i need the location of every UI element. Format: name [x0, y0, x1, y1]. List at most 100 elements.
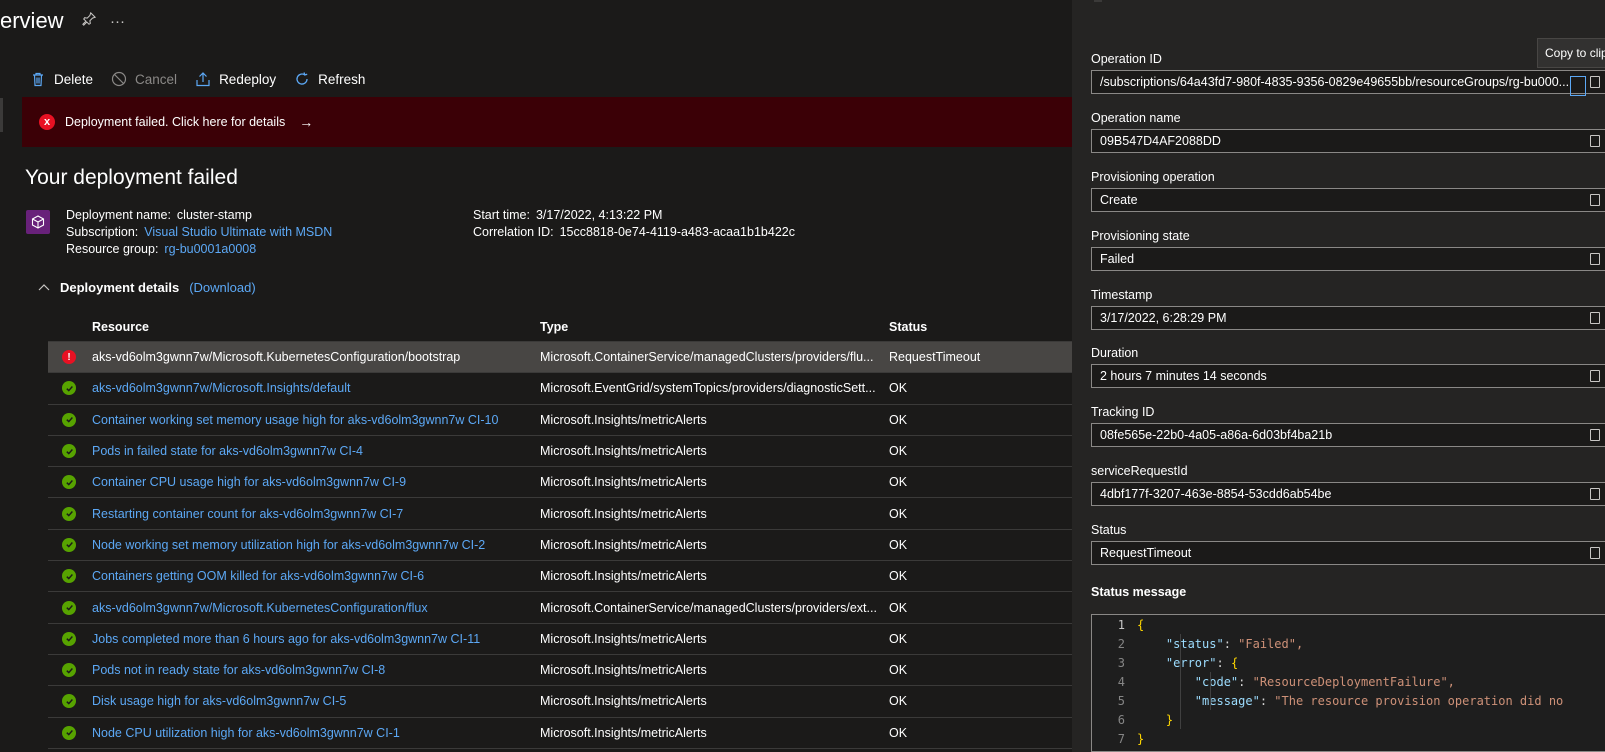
resource-name[interactable]: Node working set memory utilization high…: [92, 538, 540, 552]
table-row[interactable]: aks-vd6olm3gwnn7w/Microsoft.KubernetesCo…: [48, 592, 1072, 624]
table-row[interactable]: Pods in failed state for aks-vd6olm3gwnn…: [48, 436, 1072, 468]
code-line: 7}: [1092, 729, 1605, 748]
resource-name[interactable]: Containers getting OOM killed for aks-vd…: [92, 569, 540, 583]
delete-label: Delete: [54, 71, 94, 87]
resource-name[interactable]: Pods not in ready state for aks-vd6olm3g…: [92, 663, 540, 677]
resource-status: RequestTimeout: [889, 350, 981, 365]
json-value: {: [1230, 655, 1239, 670]
status-message-editor[interactable]: 1{2 "status": "Failed", 3 "error": {4 "co…: [1091, 614, 1605, 752]
refresh-icon: [296, 72, 308, 85]
field-value-box[interactable]: RequestTimeout: [1091, 541, 1605, 565]
resource-name[interactable]: Jobs completed more than 6 hours ago for…: [92, 632, 540, 646]
row-status-icon-cell: [48, 412, 92, 427]
field-label: Duration: [1091, 346, 1139, 360]
copy-icon[interactable]: [1590, 488, 1600, 500]
column-header-status[interactable]: Status: [889, 320, 1072, 334]
operation-field: Duration 2 hours 7 minutes 14 seconds: [1091, 346, 1605, 388]
resource-status: OK: [889, 725, 908, 740]
cancel-button[interactable]: Cancel: [111, 68, 177, 90]
resource-name[interactable]: Container CPU usage high for aks-vd6olm3…: [92, 475, 540, 489]
column-header-resource[interactable]: Resource: [92, 320, 540, 334]
copy-icon[interactable]: [1570, 76, 1586, 96]
field-value-box[interactable]: 08fe565e-22b0-4a05-a86a-6d03bf4ba21b: [1091, 423, 1605, 447]
resource-name[interactable]: Container working set memory usage high …: [92, 413, 540, 427]
copy-icon[interactable]: [1590, 135, 1600, 147]
error-icon: x: [39, 114, 55, 130]
line-number: 5: [1117, 693, 1125, 708]
row-status-icon-cell: [48, 663, 92, 678]
chevron-up-icon[interactable]: [38, 282, 50, 294]
copy-icon[interactable]: [1590, 253, 1600, 265]
resource-name[interactable]: Node CPU utilization high for aks-vd6olm…: [92, 726, 540, 740]
line-number: 6: [1117, 712, 1125, 727]
deployment-failed-banner[interactable]: x Deployment failed. Click here for deta…: [22, 97, 1072, 147]
banner-text: Deployment failed. Click here for detail…: [65, 115, 286, 129]
copy-icon[interactable]: [1590, 312, 1600, 324]
table-row[interactable]: Node CPU utilization high for aks-vd6olm…: [48, 718, 1072, 749]
success-check-icon: [62, 631, 76, 646]
ellipsis-icon[interactable]: ···: [110, 13, 125, 30]
resource-group-link[interactable]: rg-bu0001a0008: [164, 241, 256, 258]
table-row[interactable]: Pods not in ready state for aks-vd6olm3g…: [48, 655, 1072, 687]
copy-icon[interactable]: [1590, 370, 1600, 382]
field-value-box[interactable]: /subscriptions/64a43fd7-980f-4835-9356-0…: [1091, 70, 1605, 94]
table-row[interactable]: aks-vd6olm3gwnn7w/Microsoft.Insights/def…: [48, 373, 1072, 405]
correlation-id-value: 15cc8818-0e74-4119-a483-acaa1b1b422c: [559, 225, 795, 239]
copy-icon[interactable]: [1590, 429, 1600, 441]
delete-button[interactable]: Delete: [30, 68, 93, 90]
row-status-icon-cell: [48, 725, 92, 740]
code-line: 1{: [1092, 615, 1605, 634]
copy-icon[interactable]: [1590, 194, 1600, 206]
copy-icon[interactable]: [1590, 76, 1600, 88]
resource-name[interactable]: Pods in failed state for aks-vd6olm3gwnn…: [92, 444, 540, 458]
table-header: Resource Type Status: [48, 312, 1072, 342]
resource-name[interactable]: Restarting container count for aks-vd6ol…: [92, 507, 540, 521]
column-header-type[interactable]: Type: [540, 320, 889, 334]
table-row[interactable]: Disk usage high for aks-vd6olm3gwnn7w CI…: [48, 686, 1072, 718]
redeploy-button[interactable]: Redeploy: [195, 68, 276, 90]
field-value-box[interactable]: 4dbf177f-3207-463e-8854-53cdd6ab54be: [1091, 482, 1605, 506]
resource-name[interactable]: aks-vd6olm3gwnn7w/Microsoft.KubernetesCo…: [92, 601, 540, 615]
field-value: 08fe565e-22b0-4a05-a86a-6d03bf4ba21b: [1100, 428, 1333, 442]
success-check-icon: [62, 694, 76, 709]
pin-icon[interactable]: [82, 11, 97, 30]
table-row[interactable]: Node working set memory utilization high…: [48, 530, 1072, 562]
code-text: "message": "The resource provision opera…: [1194, 693, 1564, 708]
row-status-icon-cell: [48, 475, 92, 490]
field-value-box[interactable]: 3/17/2022, 6:28:29 PM: [1091, 306, 1605, 330]
download-link[interactable]: (Download): [189, 280, 255, 295]
success-check-icon: [62, 537, 76, 552]
table-row[interactable]: Container working set memory usage high …: [48, 405, 1072, 436]
refresh-label: Refresh: [318, 71, 366, 87]
success-check-icon: [62, 381, 76, 396]
deployment-details-header[interactable]: Deployment details (Download): [38, 280, 256, 295]
page-title: erview: [0, 8, 64, 33]
correlation-id-label: Correlation ID:: [473, 225, 554, 239]
status-message-label: Status message: [1091, 585, 1187, 599]
resource-type: Microsoft.Insights/metricAlerts: [540, 663, 707, 678]
line-number: 3: [1117, 655, 1125, 670]
table-row[interactable]: Containers getting OOM killed for aks-vd…: [48, 561, 1072, 593]
table-row[interactable]: Container CPU usage high for aks-vd6olm3…: [48, 467, 1072, 499]
row-status-icon-cell: [48, 631, 92, 646]
resource-name[interactable]: aks-vd6olm3gwnn7w/Microsoft.Insights/def…: [92, 381, 540, 395]
resource-name[interactable]: Disk usage high for aks-vd6olm3gwnn7w CI…: [92, 694, 540, 708]
table-row[interactable]: Jobs completed more than 6 hours ago for…: [48, 624, 1072, 655]
code-text: }: [1137, 732, 1144, 746]
subscription-link[interactable]: Visual Studio Ultimate with MSDN: [144, 224, 332, 241]
table-row[interactable]: ! aks-vd6olm3gwnn7w/Microsoft.KubernetesC…: [48, 342, 1072, 374]
field-label: Tracking ID: [1091, 405, 1155, 419]
refresh-button[interactable]: Refresh: [294, 68, 365, 90]
operation-details-panel: Copy to clipboard Operation ID/subscript…: [1072, 0, 1605, 752]
field-value-box[interactable]: 2 hours 7 minutes 14 seconds: [1091, 364, 1605, 388]
resource-status: OK: [889, 506, 908, 521]
field-value-box[interactable]: Failed: [1091, 247, 1605, 271]
copy-icon[interactable]: [1590, 547, 1600, 559]
code-text: "error": {: [1165, 655, 1239, 670]
code-line: 3 "error": {: [1092, 653, 1605, 672]
table-row[interactable]: Restarting container count for aks-vd6ol…: [48, 498, 1072, 530]
success-check-icon: [62, 663, 76, 678]
field-value-box[interactable]: 09B547D4AF2088DD: [1091, 129, 1605, 153]
field-value-box[interactable]: Create: [1091, 188, 1605, 212]
field-value: 2 hours 7 minutes 14 seconds: [1100, 369, 1267, 383]
